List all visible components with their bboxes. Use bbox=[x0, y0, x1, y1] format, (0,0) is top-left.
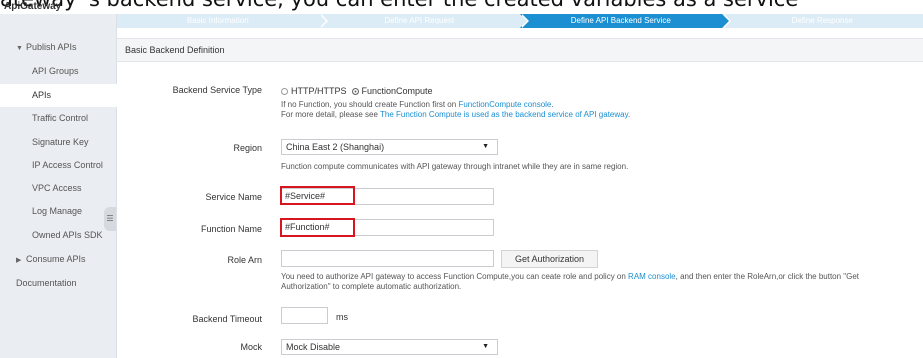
help-text: . bbox=[551, 100, 554, 109]
timeout-input[interactable] bbox=[281, 307, 328, 324]
sidebar-item-owned-apis-sdk[interactable]: Owned APIs SDK bbox=[0, 224, 117, 247]
sidebar-item-label: Documentation bbox=[16, 278, 77, 288]
sidebar-item-label: Traffic Control bbox=[32, 113, 89, 123]
mock-select[interactable]: Mock Disable ▼ bbox=[281, 339, 498, 355]
step-define-api-request[interactable]: Define API Request bbox=[318, 14, 529, 28]
sidebar-item-label: Log Manage bbox=[32, 206, 83, 216]
radio-http-label: HTTP/HTTPS bbox=[291, 86, 347, 96]
dropdown-arrow-icon: ▼ bbox=[482, 143, 489, 150]
radio-fc-label: FunctionCompute bbox=[361, 86, 433, 96]
caption-text: ateway 's backend service, you can enter… bbox=[0, 0, 798, 11]
sidebar-item-label: API Groups bbox=[32, 66, 79, 76]
timeout-unit: ms bbox=[336, 312, 348, 322]
help-text: You need to authorize API gateway to acc… bbox=[281, 272, 629, 281]
help-text: Authorization" to complete automatic aut… bbox=[281, 282, 462, 291]
radio-function-compute[interactable] bbox=[351, 88, 359, 95]
step-label: Define API Backend Service bbox=[570, 16, 671, 25]
step-define-api-backend-service[interactable]: Define API Backend Service bbox=[520, 14, 731, 28]
sidebar: ▼ Publish APIs API Groups APIs Traffic Co… bbox=[0, 0, 117, 358]
region-select-value: China East 2 (Shanghai) bbox=[286, 142, 385, 152]
sidebar-item-label: Signature Key bbox=[32, 137, 89, 147]
region-label: Region bbox=[233, 143, 262, 153]
sidebar-item-vpc-access[interactable]: VPC Access bbox=[0, 177, 117, 200]
backend-type-radio-group: HTTP/HTTPS FunctionCompute bbox=[281, 86, 433, 96]
app-title: ApiGateway bbox=[4, 1, 62, 12]
radio-http-https[interactable] bbox=[281, 88, 288, 95]
sidebar-group-label: Publish APIs bbox=[26, 42, 77, 52]
timeout-label: Backend Timeout bbox=[192, 314, 262, 324]
sidebar-item-api-groups[interactable]: API Groups bbox=[0, 60, 117, 83]
service-name-label: Service Name bbox=[205, 192, 262, 202]
help-text: . bbox=[628, 110, 631, 119]
sidebar-group-publish-apis[interactable]: ▼ Publish APIs bbox=[0, 36, 117, 59]
step-basic-information[interactable]: Basic Information bbox=[117, 14, 328, 28]
help-text: If no Function, you should create Functi… bbox=[281, 100, 459, 109]
sidebar-item-traffic-control[interactable]: Traffic Control bbox=[0, 107, 117, 130]
fc-doc-link[interactable]: The Function Compute is used as the back… bbox=[380, 110, 628, 119]
step-define-response[interactable]: Define Response bbox=[721, 14, 923, 28]
step-label: Basic Information bbox=[186, 16, 249, 25]
backend-type-help: If no Function, you should create Functi… bbox=[281, 100, 630, 120]
sidebar-item-signature-key[interactable]: Signature Key bbox=[0, 131, 117, 154]
help-text: , and then enter the RoleArn,or click th… bbox=[675, 272, 860, 281]
caret-right-icon: ▶ bbox=[16, 257, 22, 264]
caret-down-icon: ▼ bbox=[16, 45, 23, 52]
sidebar-item-log-manage[interactable]: Log Manage bbox=[0, 200, 117, 223]
sidebar-item-ip-access-control[interactable]: IP Access Control bbox=[0, 154, 117, 177]
ram-console-link[interactable]: RAM console bbox=[628, 272, 676, 281]
fc-console-link[interactable]: FunctionCompute console bbox=[458, 100, 551, 109]
region-select[interactable]: China East 2 (Shanghai) ▼ bbox=[281, 139, 498, 155]
sidebar-item-label: Owned APIs SDK bbox=[32, 230, 103, 240]
help-text: For more detail, please see bbox=[281, 110, 381, 119]
mock-select-value: Mock Disable bbox=[286, 342, 341, 352]
caption-band: ateway 's backend service, you can enter… bbox=[0, 0, 923, 14]
section-title: Basic Backend Definition bbox=[117, 38, 923, 62]
function-name-label: Function Name bbox=[200, 224, 262, 234]
dropdown-arrow-icon: ▼ bbox=[482, 343, 489, 350]
service-name-highlight bbox=[280, 186, 355, 205]
function-name-highlight bbox=[280, 218, 355, 237]
step-label: Define API Request bbox=[384, 16, 455, 25]
sidebar-item-label: APIs bbox=[32, 90, 52, 100]
mock-label: Mock bbox=[240, 342, 262, 352]
sidebar-group-label: Consume APIs bbox=[26, 254, 86, 264]
region-help: Function compute communicates with API g… bbox=[281, 162, 629, 171]
sidebar-item-label: IP Access Control bbox=[32, 160, 103, 170]
role-arn-input[interactable] bbox=[281, 250, 494, 267]
sidebar-item-documentation[interactable]: Documentation bbox=[0, 272, 117, 295]
step-wizard: Basic Information Define API Request Def… bbox=[117, 14, 923, 28]
role-arn-help: You need to authorize API gateway to acc… bbox=[281, 272, 911, 292]
backend-type-label: Backend Service Type bbox=[172, 85, 262, 95]
sidebar-collapse-icon[interactable]: ☰ bbox=[104, 207, 116, 231]
get-authorization-button[interactable]: Get Authorization bbox=[501, 250, 598, 268]
sidebar-group-consume-apis[interactable]: ▶ Consume APIs bbox=[0, 248, 117, 271]
role-arn-label: Role Arn bbox=[227, 255, 262, 265]
sidebar-item-apis[interactable]: APIs bbox=[0, 84, 117, 107]
step-label: Define Response bbox=[791, 16, 853, 25]
sidebar-item-label: VPC Access bbox=[32, 183, 82, 193]
